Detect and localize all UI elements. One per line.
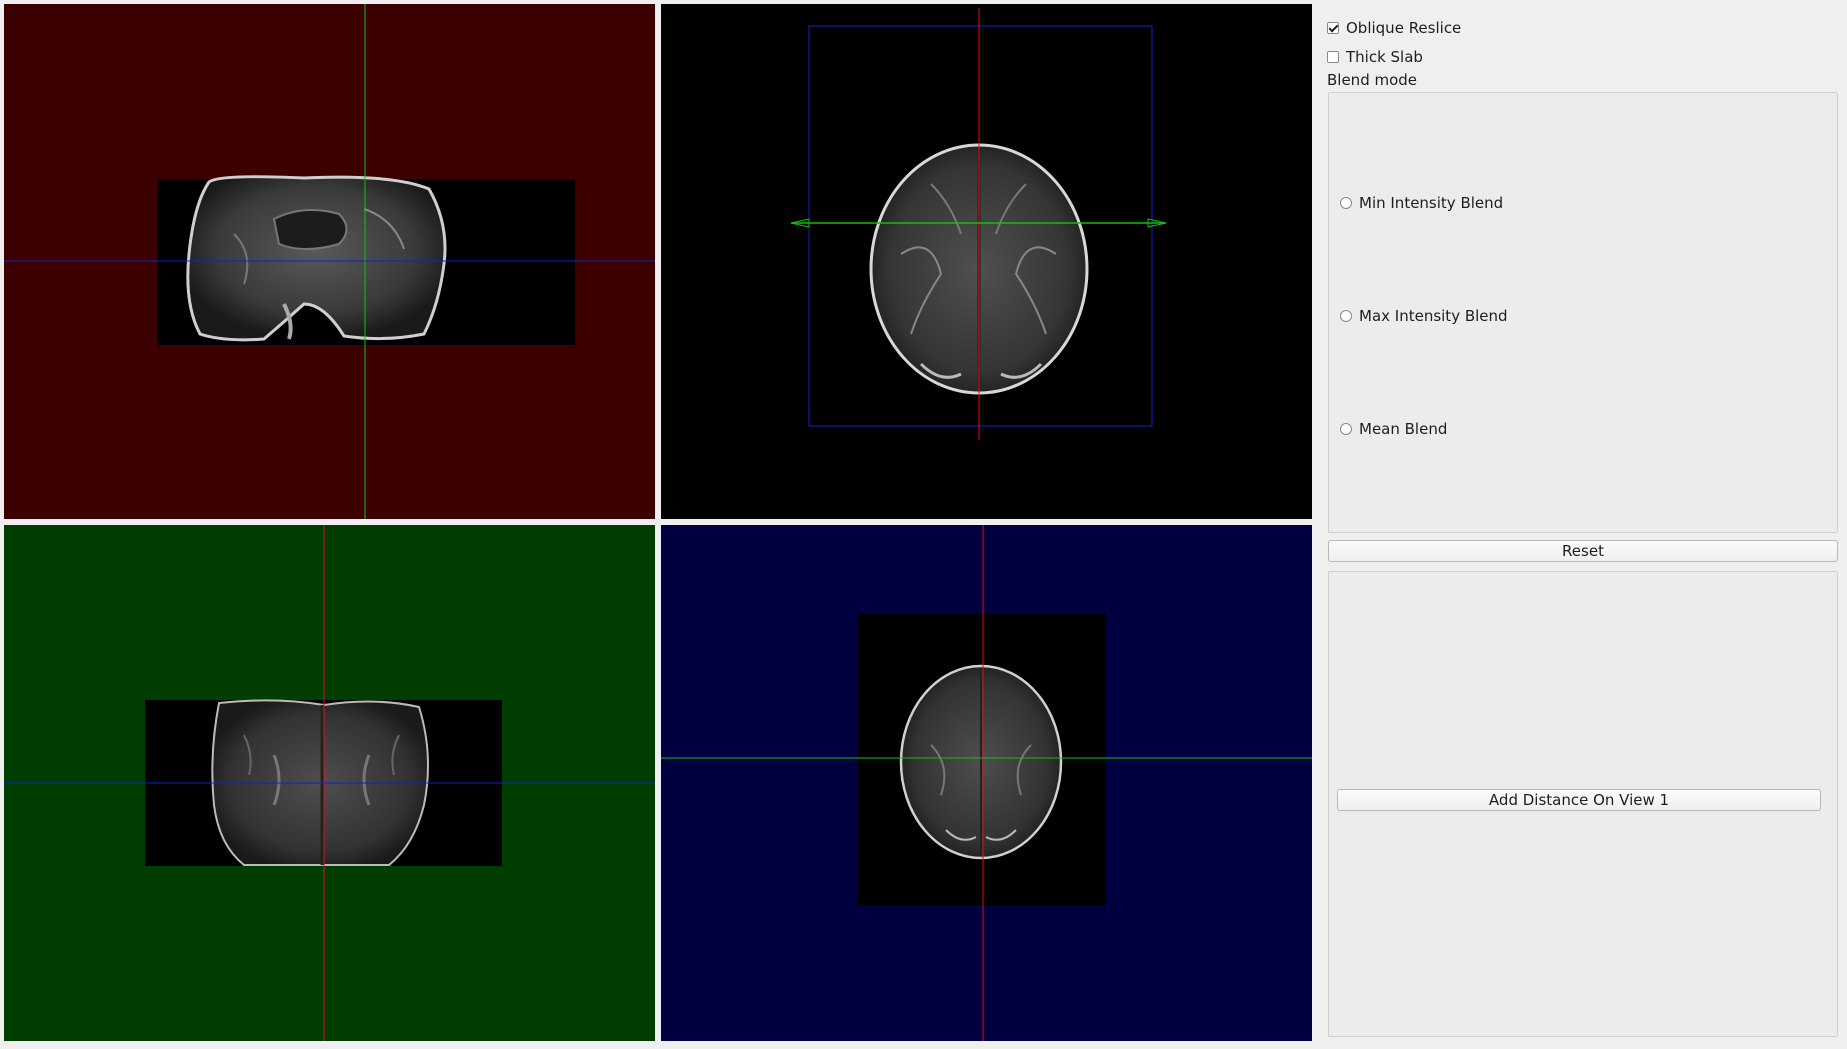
mean-blend-option[interactable]: Mean Blend xyxy=(1340,419,1447,439)
sagittal-view[interactable] xyxy=(4,4,655,519)
oblique-reslice-checkbox-row[interactable]: Oblique Reslice xyxy=(1327,18,1461,38)
3d-brain-image xyxy=(899,664,1063,860)
resliceviewer-window: Oblique Reslice Thick Slab Blend mode Mi… xyxy=(0,0,1847,1049)
min-intensity-blend-option[interactable]: Min Intensity Blend xyxy=(1340,193,1503,213)
3d-canvas[interactable] xyxy=(661,525,1312,1041)
sagittal-canvas[interactable] xyxy=(4,4,655,519)
min-intensity-blend-label[interactable]: Min Intensity Blend xyxy=(1359,194,1503,212)
axial-canvas[interactable] xyxy=(661,4,1312,519)
axial-view[interactable] xyxy=(661,4,1312,519)
coronal-view[interactable] xyxy=(4,525,655,1041)
max-intensity-blend-option[interactable]: Max Intensity Blend xyxy=(1340,306,1508,326)
thick-slab-label[interactable]: Thick Slab xyxy=(1346,48,1423,66)
control-panel: Oblique Reslice Thick Slab Blend mode Mi… xyxy=(1318,4,1843,1041)
blend-mode-group: Min Intensity Blend Max Intensity Blend … xyxy=(1328,92,1838,533)
oblique-reslice-label[interactable]: Oblique Reslice xyxy=(1346,19,1461,37)
coronal-canvas[interactable] xyxy=(4,525,655,1041)
min-intensity-blend-radio[interactable] xyxy=(1340,197,1352,209)
reset-button[interactable]: Reset xyxy=(1328,540,1838,562)
thick-slab-checkbox-row[interactable]: Thick Slab xyxy=(1327,47,1423,67)
max-intensity-blend-label[interactable]: Max Intensity Blend xyxy=(1359,307,1508,325)
thick-slab-checkbox[interactable] xyxy=(1327,51,1339,63)
3d-view[interactable] xyxy=(661,525,1312,1041)
mean-blend-radio[interactable] xyxy=(1340,423,1352,435)
max-intensity-blend-radio[interactable] xyxy=(1340,310,1352,322)
mean-blend-label[interactable]: Mean Blend xyxy=(1359,420,1447,438)
oblique-reslice-checkbox[interactable] xyxy=(1327,22,1339,34)
add-distance-button[interactable]: Add Distance On View 1 xyxy=(1337,789,1821,811)
blend-mode-title: Blend mode xyxy=(1327,71,1418,89)
